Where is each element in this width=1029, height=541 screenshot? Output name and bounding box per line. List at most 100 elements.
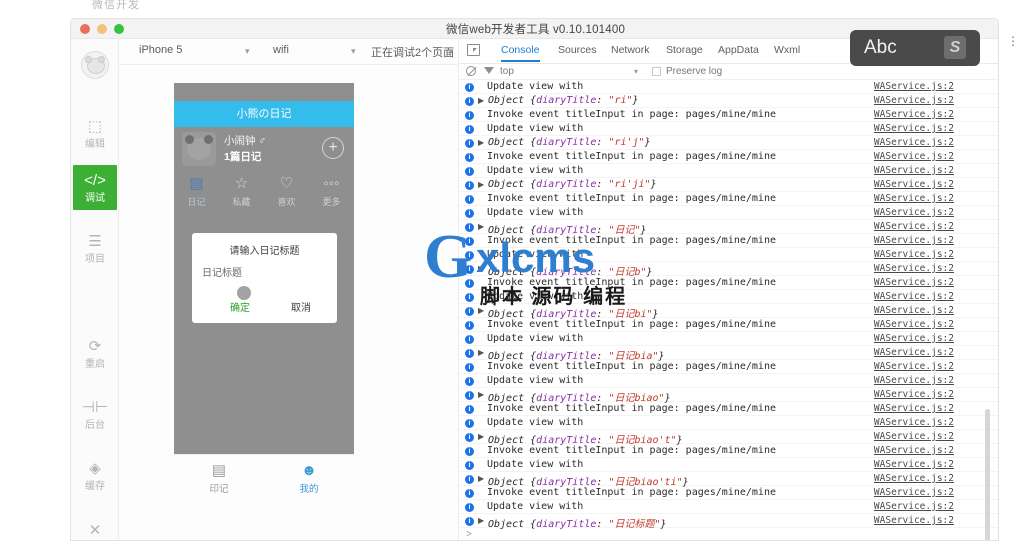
category-collection[interactable]: ☆ 私藏 [219, 173, 264, 208]
source-link[interactable]: WAService.js:2 [874, 403, 954, 414]
tab-wxml[interactable]: Wxml [774, 44, 800, 56]
chevron-down-icon[interactable]: ▾ [634, 67, 638, 76]
device-select[interactable]: iPhone 5 [139, 44, 182, 56]
source-link[interactable]: WAService.js:2 [874, 487, 954, 498]
source-link[interactable]: WAService.js:2 [874, 221, 954, 232]
sidebar-item-debug[interactable]: </> 调试 [73, 165, 117, 210]
tab-console[interactable]: Console [501, 44, 540, 62]
expand-arrow-icon[interactable]: ▶ [478, 306, 484, 315]
sidebar-item-edit[interactable]: ⬚ 编辑 [73, 117, 117, 151]
console-prompt-row[interactable]: > [459, 528, 998, 540]
console-log-row[interactable]: i Invoke event titleInput in page: pages/… [459, 402, 998, 416]
expand-arrow-icon[interactable]: ▶ [478, 264, 484, 273]
tab-sources[interactable]: Sources [558, 44, 597, 56]
source-link[interactable]: WAService.js:2 [874, 235, 954, 246]
console-log-row[interactable]: i Invoke event titleInput in page: pages/… [459, 150, 998, 164]
add-diary-button[interactable]: + [322, 137, 344, 159]
console-log-row[interactable]: i ▶ Object {diaryTitle: "日记biao't"} WAServi… [459, 430, 998, 446]
preserve-log-checkbox[interactable] [652, 67, 661, 76]
console-log-row[interactable]: i ▶ Object {diaryTitle: "日记标题"} WAService.j… [459, 514, 998, 530]
console-log-row[interactable]: i ▶ Object {diaryTitle: "日记b"} WAService.js… [459, 262, 998, 278]
source-link[interactable]: WAService.js:2 [874, 165, 954, 176]
console-log-row[interactable]: i Update view with WAService.js:2 [459, 248, 998, 262]
console-log-row[interactable]: i ▶ Object {diaryTitle: "日记bi"} WAService.j… [459, 304, 998, 320]
expand-arrow-icon[interactable]: ▶ [478, 180, 484, 189]
source-link[interactable]: WAService.js:2 [874, 375, 954, 386]
source-link[interactable]: WAService.js:2 [874, 137, 954, 148]
console-log-row[interactable]: i Update view with WAService.js:2 [459, 416, 998, 430]
source-link[interactable]: WAService.js:2 [874, 333, 954, 344]
console-log-row[interactable]: i Invoke event titleInput in page: pages/… [459, 444, 998, 458]
source-link[interactable]: WAService.js:2 [874, 431, 954, 442]
console-log-row[interactable]: i Update view with WAService.js:2 [459, 458, 998, 472]
console-log-row[interactable]: i Invoke event titleInput in page: pages/… [459, 276, 998, 290]
source-link[interactable]: WAService.js:2 [874, 249, 954, 260]
console-log-row[interactable]: i Invoke event titleInput in page: pages/… [459, 192, 998, 206]
category-more[interactable]: ◦◦◦ 更多 [309, 173, 354, 208]
clear-console-icon[interactable] [466, 66, 476, 76]
source-link[interactable]: WAService.js:2 [874, 263, 954, 274]
network-select[interactable]: wifi [273, 44, 289, 56]
console-log-row[interactable]: i Update view with WAService.js:2 [459, 290, 998, 304]
expand-arrow-icon[interactable]: ▶ [478, 348, 484, 357]
console-scrollbar[interactable] [985, 409, 990, 540]
confirm-button[interactable]: 确定 [230, 299, 250, 314]
source-link[interactable]: WAService.js:2 [874, 291, 954, 302]
source-link[interactable]: WAService.js:2 [874, 473, 954, 484]
console-log-list[interactable]: i Update view with WAService.js:2 i ▶ Object … [459, 80, 998, 540]
source-link[interactable]: WAService.js:2 [874, 361, 954, 372]
expand-arrow-icon[interactable]: ▶ [478, 516, 484, 525]
source-link[interactable]: WAService.js:2 [874, 277, 954, 288]
tab-mine[interactable]: ☻ 我的 [264, 461, 354, 495]
source-link[interactable]: WAService.js:2 [874, 95, 954, 106]
console-log-row[interactable]: i Invoke event titleInput in page: pages/… [459, 486, 998, 500]
sidebar-item-close[interactable]: ✕ 关闭 [73, 521, 117, 540]
console-log-row[interactable]: i ▶ Object {diaryTitle: "ri"} WAService.js:… [459, 94, 998, 108]
console-log-row[interactable]: i ▶ Object {diaryTitle: "ri'j"} WAService.j… [459, 136, 998, 150]
sidebar-item-cache[interactable]: ◈ 缓存 [73, 459, 117, 493]
tab-network[interactable]: Network [611, 44, 650, 56]
console-log-row[interactable]: i Update view with WAService.js:2 [459, 500, 998, 514]
source-link[interactable]: WAService.js:2 [874, 515, 954, 526]
sidebar-item-background[interactable]: ⊣⊢ 后台 [73, 398, 117, 432]
console-log-row[interactable]: i Invoke event titleInput in page: pages/… [459, 360, 998, 374]
category-likes[interactable]: ♡ 喜欢 [264, 173, 309, 208]
category-diary[interactable]: ▤ 日记 [174, 173, 219, 208]
console-log-row[interactable]: i Update view with WAService.js:2 [459, 122, 998, 136]
debug-status[interactable]: 正在调试2个页面 [371, 44, 454, 60]
console-log-row[interactable]: i Invoke event titleInput in page: pages/… [459, 234, 998, 248]
source-link[interactable]: WAService.js:2 [874, 305, 954, 316]
expand-arrow-icon[interactable]: ▶ [478, 432, 484, 441]
chevron-down-icon[interactable]: ▾ [245, 46, 250, 57]
console-log-row[interactable]: i ▶ Object {diaryTitle: "日记bia"} WAService.… [459, 346, 998, 362]
expand-arrow-icon[interactable]: ▶ [478, 138, 484, 147]
console-log-row[interactable]: i Update view with WAService.js:2 [459, 164, 998, 178]
console-log-row[interactable]: i ▶ Object {diaryTitle: "日记"} WAService.js:… [459, 220, 998, 236]
ime-status-badge[interactable]: Abc S [850, 30, 980, 66]
source-link[interactable]: WAService.js:2 [874, 193, 954, 204]
console-log-row[interactable]: i Update view with WAService.js:2 [459, 332, 998, 346]
source-link[interactable]: WAService.js:2 [874, 459, 954, 470]
expand-arrow-icon[interactable]: ▶ [478, 474, 484, 483]
ime-menu-icon[interactable]: ⋮ [1007, 35, 1019, 47]
sidebar-item-restart[interactable]: ⟳ 重启 [73, 337, 117, 371]
sidebar-item-project[interactable]: ☰ 项目 [73, 232, 117, 266]
source-link[interactable]: WAService.js:2 [874, 179, 954, 190]
source-link[interactable]: WAService.js:2 [874, 501, 954, 512]
console-log-row[interactable]: i ▶ Object {diaryTitle: "ri'ji"} WAService.… [459, 178, 998, 192]
source-link[interactable]: WAService.js:2 [874, 445, 954, 456]
source-link[interactable]: WAService.js:2 [874, 151, 954, 162]
source-link[interactable]: WAService.js:2 [874, 389, 954, 400]
source-link[interactable]: WAService.js:2 [874, 123, 954, 134]
console-log-row[interactable]: i Update view with WAService.js:2 [459, 206, 998, 220]
expand-arrow-icon[interactable]: ▶ [478, 390, 484, 399]
console-log-row[interactable]: i Update view with WAService.js:2 [459, 374, 998, 388]
console-log-row[interactable]: i Update view with WAService.js:2 [459, 80, 998, 94]
console-log-row[interactable]: i Invoke event titleInput in page: pages/… [459, 318, 998, 332]
source-link[interactable]: WAService.js:2 [874, 207, 954, 218]
console-log-row[interactable]: i ▶ Object {diaryTitle: "日记biao"} WAService… [459, 388, 998, 404]
chevron-down-icon[interactable]: ▾ [351, 46, 356, 57]
diary-title-input[interactable]: 日记标题 [202, 264, 242, 279]
expand-arrow-icon[interactable]: ▶ [478, 96, 484, 105]
source-link[interactable]: WAService.js:2 [874, 417, 954, 428]
